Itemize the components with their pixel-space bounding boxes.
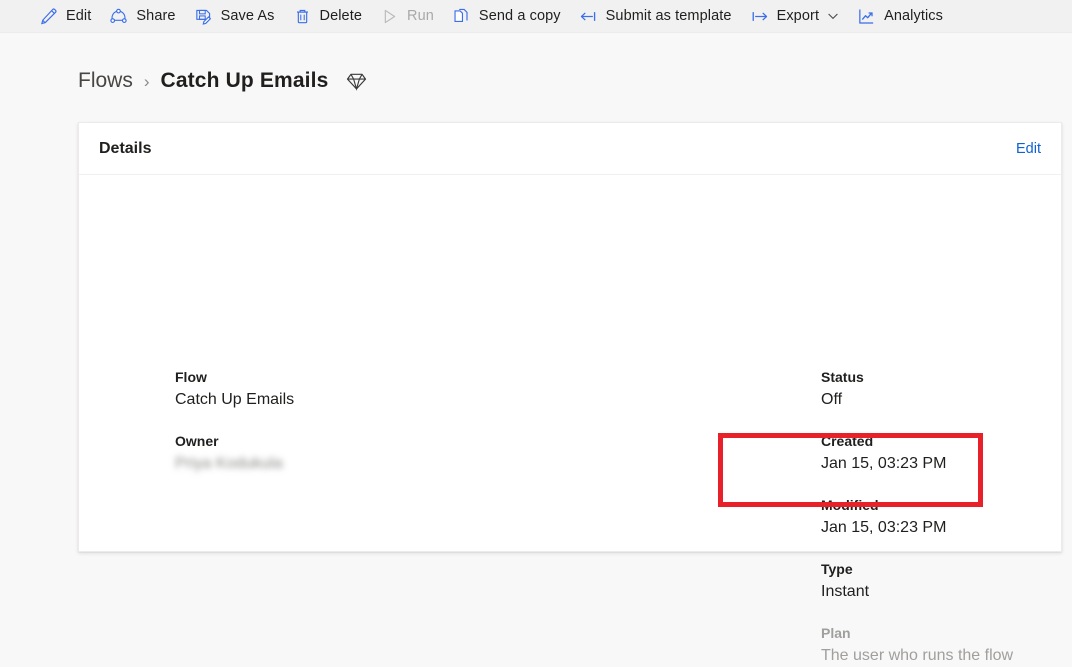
field-status: Status Off <box>821 367 1013 411</box>
chevron-down-icon[interactable] <box>827 10 839 22</box>
field-label: Plan <box>821 625 851 641</box>
field-label: Created <box>821 433 874 449</box>
field-created: Created Jan 15, 03:23 PM <box>821 431 1013 475</box>
toolbar-button-export[interactable]: Export <box>741 0 849 33</box>
toolbar-label: Edit <box>66 8 92 24</box>
details-title: Details <box>99 139 152 157</box>
field-type: Type Instant <box>821 559 1013 603</box>
field-value: Instant <box>821 583 870 600</box>
arrow-left-bar-icon <box>579 7 598 26</box>
field-label: Type <box>821 561 853 577</box>
arrow-right-bar-icon <box>750 7 769 26</box>
trash-icon <box>293 7 312 26</box>
field-value: The user who runs the flow <box>821 647 1014 664</box>
field-value: Jan 15, 03:23 PM <box>821 519 947 536</box>
toolbar-button-delete[interactable]: Delete <box>284 0 372 33</box>
save-as-icon <box>194 7 213 26</box>
toolbar-button-analytics[interactable]: Analytics <box>848 0 952 33</box>
field-plan: Plan The user who runs the flow <box>821 623 1013 667</box>
field-modified: Modified Jan 15, 03:23 PM <box>821 495 1013 539</box>
field-value: Catch Up Emails <box>175 391 295 408</box>
toolbar-button-save-as[interactable]: Save As <box>185 0 284 33</box>
details-edit-link[interactable]: Edit <box>1016 141 1041 157</box>
field-label: Owner <box>175 433 219 449</box>
command-toolbar: Edit Share Save As Delete Run Send a cop… <box>0 0 1072 33</box>
field-owner: Owner Priya Kodukula <box>175 431 294 475</box>
toolbar-button-send-a-copy[interactable]: Send a copy <box>443 0 570 33</box>
toolbar-label: Export <box>776 8 820 24</box>
field-flow: Flow Catch Up Emails <box>175 367 294 411</box>
breadcrumb: Flows › Catch Up Emails <box>78 64 368 98</box>
toolbar-label: Share <box>136 8 176 24</box>
breadcrumb-separator-icon: › <box>143 72 150 91</box>
pencil-icon <box>39 7 58 26</box>
toolbar-button-edit[interactable]: Edit <box>30 0 100 33</box>
field-value-redacted: Priya Kodukula <box>175 455 283 472</box>
copy-pages-icon <box>452 7 471 26</box>
gem-icon <box>345 70 368 93</box>
field-label: Status <box>821 369 864 385</box>
details-card-body: Flow Catch Up Emails Owner Priya Kodukul… <box>79 175 1061 664</box>
play-icon <box>380 7 399 26</box>
toolbar-button-run[interactable]: Run <box>371 0 443 33</box>
field-label: Flow <box>175 369 207 385</box>
status-badge: Off <box>821 391 843 408</box>
details-card: Details Edit Flow Catch Up Emails Owner … <box>78 122 1062 664</box>
share-nodes-icon <box>109 7 128 26</box>
breadcrumb-item-flows[interactable]: Flows <box>78 69 133 93</box>
field-value: Jan 15, 03:23 PM <box>821 455 947 472</box>
toolbar-label: Submit as template <box>605 8 732 24</box>
line-chart-icon <box>857 7 876 26</box>
toolbar-label: Run <box>407 8 434 24</box>
toolbar-label: Save As <box>220 8 275 24</box>
toolbar-label: Analytics <box>884 8 943 24</box>
toolbar-label: Delete <box>319 8 363 24</box>
details-card-header: Details Edit <box>79 123 1061 175</box>
details-right-column: Status Off Created Jan 15, 03:23 PM Modi… <box>821 367 1013 667</box>
toolbar-button-submit-as-template[interactable]: Submit as template <box>570 0 741 33</box>
details-left-column: Flow Catch Up Emails Owner Priya Kodukul… <box>175 367 294 475</box>
page-title: Catch Up Emails <box>160 69 329 92</box>
field-label: Modified <box>821 497 879 513</box>
toolbar-label: Send a copy <box>478 8 561 24</box>
toolbar-button-share[interactable]: Share <box>100 0 184 33</box>
